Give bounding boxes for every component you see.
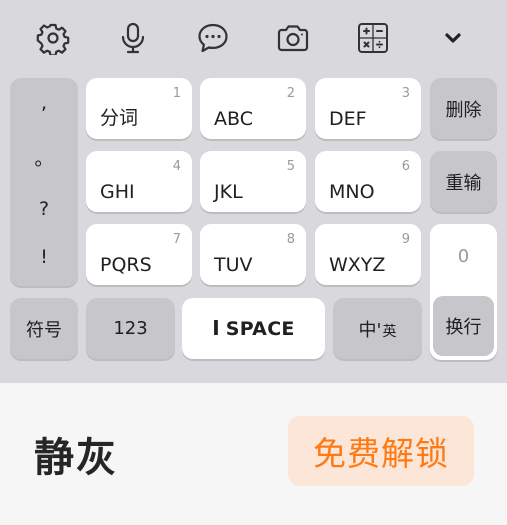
gear-icon[interactable] — [34, 19, 72, 57]
key-number: 1 — [172, 86, 181, 101]
key-label: DEF — [329, 108, 367, 130]
key-label: PQRS — [100, 254, 152, 276]
key-0[interactable]: 0 — [430, 246, 497, 267]
punct-comma[interactable]: , — [10, 92, 78, 114]
key-number: 4 — [172, 159, 181, 174]
key-label: ABC — [214, 108, 253, 130]
keyboard: , 。 ? ! 1 分词 2 ABC 3 DEF 删除 4 GHI 5 JKL … — [0, 0, 507, 383]
retype-button[interactable]: 重输 — [430, 151, 497, 212]
calculator-icon[interactable] — [354, 19, 392, 57]
zero-enter-column: 0 换行 — [430, 224, 497, 360]
key-number: 3 — [401, 86, 410, 101]
free-unlock-button[interactable]: 免费解锁 — [288, 416, 474, 486]
key-label: MNO — [329, 181, 375, 203]
numbers-button[interactable]: 123 — [86, 298, 175, 359]
keyboard-toolbar — [0, 0, 507, 76]
lang-sub: 英 — [382, 323, 397, 340]
key-label: WXYZ — [329, 254, 386, 276]
key-5-jkl[interactable]: 5 JKL — [200, 151, 306, 212]
delete-button[interactable]: 删除 — [430, 78, 497, 139]
punct-period[interactable]: 。 — [10, 144, 78, 171]
theme-title: 静灰 — [34, 435, 118, 481]
camera-icon[interactable] — [274, 19, 312, 57]
key-3-def[interactable]: 3 DEF — [315, 78, 421, 139]
symbols-button[interactable]: 符号 — [10, 298, 78, 359]
key-label: JKL — [214, 181, 243, 203]
key-number: 2 — [286, 86, 295, 101]
chat-bubble-icon[interactable] — [194, 19, 232, 57]
key-number: 8 — [286, 232, 295, 247]
key-9-wxyz[interactable]: 9 WXYZ — [315, 224, 421, 285]
key-8-tuv[interactable]: 8 TUV — [200, 224, 306, 285]
enter-button[interactable]: 换行 — [433, 296, 494, 356]
cursor-bar-icon: I — [212, 315, 220, 340]
key-6-mno[interactable]: 6 MNO — [315, 151, 421, 212]
space-label: SPACE — [225, 317, 295, 340]
key-7-pqrs[interactable]: 7 PQRS — [86, 224, 192, 285]
microphone-icon[interactable] — [114, 19, 152, 57]
language-toggle-button[interactable]: 中' 英 — [333, 298, 422, 359]
key-label: 分词 — [100, 107, 139, 129]
key-number: 5 — [286, 159, 295, 174]
chevron-down-icon[interactable] — [434, 19, 472, 57]
key-4-ghi[interactable]: 4 GHI — [86, 151, 192, 212]
key-number: 9 — [401, 232, 410, 247]
punct-question[interactable]: ? — [10, 198, 78, 220]
punctuation-column[interactable]: , 。 ? ! — [10, 78, 78, 286]
key-1-fenci[interactable]: 1 分词 — [86, 78, 192, 139]
lang-main: 中' — [358, 319, 382, 341]
punct-exclamation[interactable]: ! — [10, 246, 78, 268]
key-number: 6 — [401, 159, 410, 174]
key-2-abc[interactable]: 2 ABC — [200, 78, 306, 139]
key-label: TUV — [214, 254, 253, 276]
key-label: GHI — [100, 181, 135, 203]
space-button[interactable]: I SPACE — [182, 298, 325, 359]
key-number: 7 — [172, 232, 181, 247]
